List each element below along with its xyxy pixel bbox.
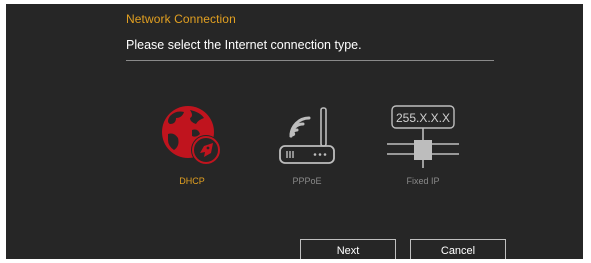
ip-address-network-icon: 255.X.X.X — [387, 105, 459, 168]
option-pppoe[interactable]: PPPoE — [267, 100, 347, 192]
network-setup-screen: Network Connection Please select the Int… — [6, 4, 583, 259]
option-dhcp[interactable]: DHCP — [152, 100, 232, 192]
option-fixed-ip[interactable]: 255.X.X.X Fixed IP — [383, 100, 463, 192]
section-title: Network Connection — [126, 12, 236, 26]
option-fixed-ip-label: Fixed IP — [406, 176, 440, 186]
option-pppoe-label: PPPoE — [292, 176, 322, 186]
next-button[interactable]: Next — [300, 239, 396, 259]
ip-placeholder-text: 255.X.X.X — [396, 111, 450, 125]
router-wifi-icon — [279, 107, 335, 164]
globe-rocket-icon — [162, 106, 221, 165]
prompt-text: Please select the Internet connection ty… — [126, 38, 362, 52]
cancel-button[interactable]: Cancel — [410, 239, 506, 259]
divider — [126, 60, 494, 61]
option-dhcp-label: DHCP — [179, 176, 205, 186]
